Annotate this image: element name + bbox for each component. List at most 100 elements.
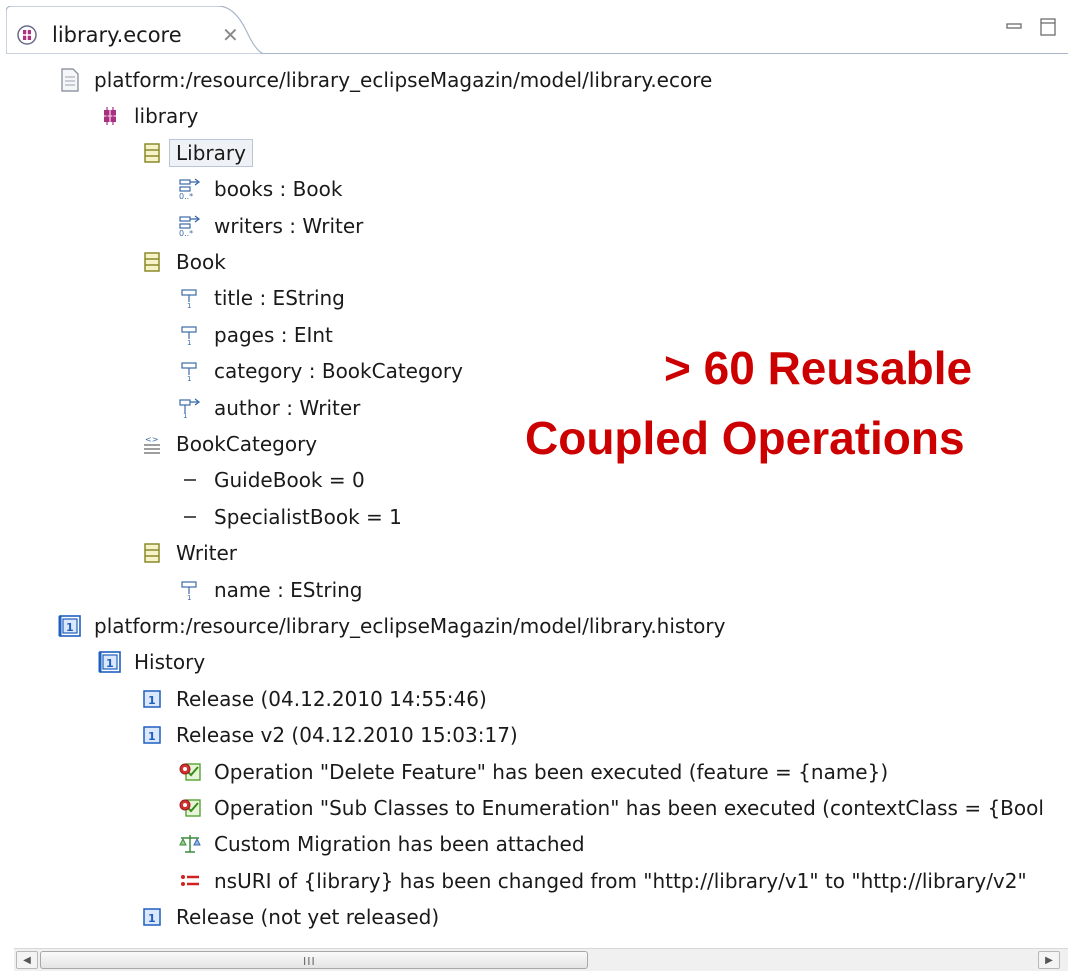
svg-text:<>: <> [145,435,158,444]
tree-item-attr-name[interactable]: 1 name : EString [178,572,363,608]
svg-text:1: 1 [106,657,114,670]
operation-icon [178,796,202,820]
tree-item-literal-specialistbook[interactable]: SpecialistBook = 1 [178,499,402,535]
svg-text:0..*: 0..* [179,229,193,237]
literal-icon [178,505,202,529]
tree-item-label: Release v2 (04.12.2010 15:03:17) [176,723,518,748]
tree-item-label: nsURI of {library} has been changed from… [214,868,1027,893]
horizontal-scrollbar[interactable]: ◀ III ▶ [14,948,1068,971]
svg-text:1: 1 [148,730,156,743]
reference-many-icon: 0..* [178,177,202,201]
class-icon [140,250,164,274]
tree-item-literal-guidebook[interactable]: GuideBook = 0 [178,462,365,498]
tree-item-label: Custom Migration has been attached [214,832,585,857]
tree-item-class-library[interactable]: Library [140,135,253,171]
tree-item-release-1[interactable]: 1 Release (04.12.2010 14:55:46) [140,681,487,717]
tree-item-label: title : EString [214,286,345,311]
tree-item-label: Release (04.12.2010 14:55:46) [176,686,487,711]
scroll-right-arrow-icon[interactable]: ▶ [1038,951,1060,969]
file-icon [58,68,82,92]
release-icon: 1 [140,905,164,929]
tree-item-label: History [134,650,206,675]
tree-item-package-library[interactable]: library [98,98,198,134]
attribute-icon: 1 [178,286,202,310]
tree-item-label: author : Writer [214,395,361,420]
svg-text:1: 1 [66,621,74,634]
change-icon [178,869,202,893]
minimize-icon[interactable] [1004,16,1024,38]
tree-item-label: SpecialistBook = 1 [214,504,402,529]
tree-item-label: Book [176,250,226,274]
scrollbar-thumb[interactable]: III [40,951,588,969]
history-icon: 1 [58,614,82,638]
release-icon: 1 [140,687,164,711]
tree-item-history[interactable]: 1 History [98,644,205,680]
tree-item-attr-title[interactable]: 1 title : EString [178,280,345,316]
svg-text:0..*: 0..* [179,192,193,200]
ecore-file-icon [16,24,38,46]
attribute-icon: 1 [178,359,202,383]
tree-item-label: writers : Writer [214,213,364,238]
tree-item-label: BookCategory [176,432,318,456]
svg-text:1: 1 [148,694,156,707]
reference-many-icon: 0..* [178,214,202,238]
tree-item-label: platform:/resource/library_eclipseMagazi… [94,68,713,92]
tree-item-class-writer[interactable]: Writer [140,535,237,571]
model-tree[interactable]: platform:/resource/library_eclipseMagazi… [0,54,1068,934]
class-icon [140,141,164,165]
class-icon [140,541,164,565]
overlay-caption-line2: Coupled Operations [525,412,965,464]
svg-text:1: 1 [187,302,191,309]
tree-item-nsuri-change[interactable]: nsURI of {library} has been changed from… [178,863,1027,899]
tree-item-label: Writer [176,541,238,566]
tab-label: library.ecore [52,23,182,47]
tree-item-resource-history[interactable]: 1 platform:/resource/library_eclipseMagaz… [58,608,725,644]
tree-item-label: Operation "Delete Feature" has been exec… [214,759,889,784]
tree-item-label: library [134,104,199,129]
tree-item-custom-migration[interactable]: Custom Migration has been attached [178,826,585,862]
tree-item-op-subclasses-enum[interactable]: Operation "Sub Classes to Enumeration" h… [178,790,1044,826]
tree-item-ref-author[interactable]: 1 author : Writer [178,390,360,426]
tree-item-label: name : EString [214,577,363,602]
package-icon [98,104,122,128]
tree-item-label: Operation "Sub Classes to Enumeration" h… [214,796,1044,820]
svg-text:1: 1 [148,912,156,925]
tree-item-attr-category[interactable]: 1 category : BookCategory [178,353,463,389]
tree-item-release-v2[interactable]: 1 Release v2 (04.12.2010 15:03:17) [140,717,518,753]
overlay-caption-line1: > 60 Reusable [664,342,973,394]
tree-item-label: pages : EInt [214,322,333,347]
tree-item-enum-bookcategory[interactable]: <> BookCategory [140,426,317,462]
tree-item-label: books : Book [214,177,343,202]
operation-icon [178,760,202,784]
tree-item-resource-ecore[interactable]: platform:/resource/library_eclipseMagazi… [58,62,712,98]
scrollbar-grip: III [303,955,316,968]
maximize-icon[interactable] [1038,16,1058,38]
tree-item-label: Release (not yet released) [176,905,440,930]
tree-item-release-unreleased[interactable]: 1 Release (not yet released) [140,899,439,934]
close-icon[interactable]: ✕ [222,24,239,46]
literal-icon [178,468,202,492]
reference-icon: 1 [178,396,202,420]
svg-text:1: 1 [187,339,191,346]
svg-text:1: 1 [187,594,191,601]
scroll-left-arrow-icon[interactable]: ◀ [16,951,38,969]
attribute-icon: 1 [178,323,202,347]
tree-item-label: platform:/resource/library_eclipseMagazi… [94,614,726,638]
tree-item-ref-books[interactable]: 0..* books : Book [178,171,342,207]
editor-tabbar: library.ecore ✕ [0,0,1068,54]
tree-item-class-book[interactable]: Book [140,244,226,280]
svg-text:1: 1 [187,375,191,382]
tree-item-ref-writers[interactable]: 0..* writers : Writer [178,208,363,244]
history-icon: 1 [98,650,122,674]
tab-library-ecore[interactable]: library.ecore ✕ [6,6,264,54]
release-icon: 1 [140,723,164,747]
tree-item-label: Library [169,138,253,167]
svg-text:1: 1 [183,412,187,419]
attribute-icon: 1 [178,578,202,602]
tree-item-op-delete-feature[interactable]: Operation "Delete Feature" has been exec… [178,754,888,790]
migration-icon [178,832,202,856]
tree-item-attr-pages[interactable]: 1 pages : EInt [178,317,333,353]
tree-item-label: GuideBook = 0 [214,468,365,493]
tree-item-label: category : BookCategory [214,359,463,384]
enum-icon: <> [140,432,164,456]
